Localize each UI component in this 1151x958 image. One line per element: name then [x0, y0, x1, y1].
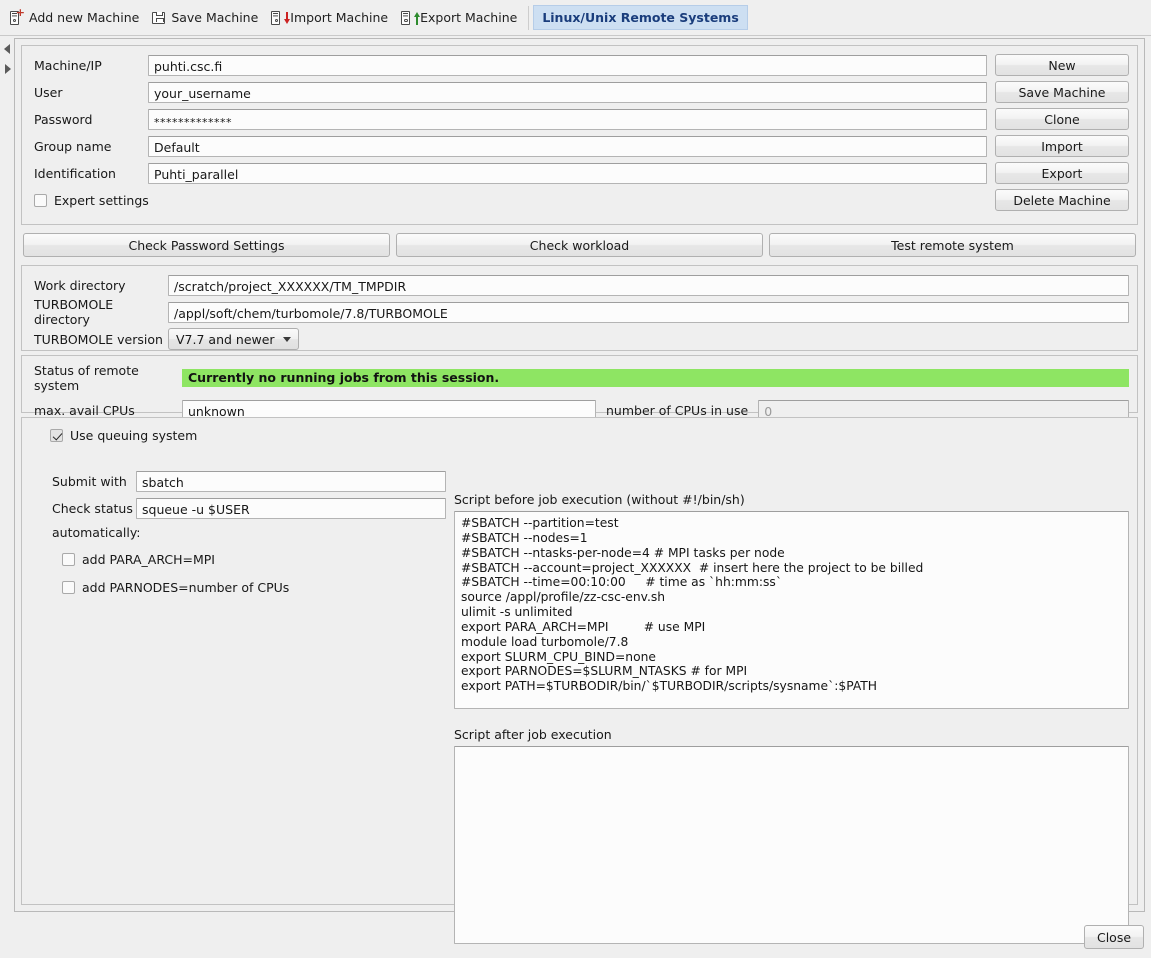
field-row-turbomole-directory: TURBOMOLE directory /appl/soft/chem/turb…: [22, 297, 1137, 327]
toolbar-add-new-machine-label: Add new Machine: [29, 10, 140, 25]
label-turbomole-directory: TURBOMOLE directory: [34, 297, 114, 327]
label-user: User: [34, 84, 63, 100]
status-group: Status of remote system Currently no run…: [21, 355, 1138, 421]
main-frame: Machine/IP puhti.csc.fi User your_userna…: [14, 38, 1145, 944]
queue-left-column: Submit with sbatch Check status squeue -…: [44, 470, 446, 595]
status-badge: Currently no running jobs from this sess…: [182, 369, 1129, 387]
input-group-name[interactable]: Default: [148, 135, 987, 157]
label-submit-with: Submit with: [52, 473, 127, 489]
label-turbomole-version: TURBOMOLE version: [34, 331, 163, 347]
toolbar-export-machine-label: Export Machine: [420, 10, 518, 25]
label-work-directory: Work directory: [34, 277, 126, 293]
check-workload-button[interactable]: Check workload: [396, 233, 763, 257]
parnodes-checkbox[interactable]: [62, 581, 75, 594]
field-row-turbomole-version: TURBOMOLE version V7.7 and newer: [22, 328, 1137, 350]
machine-add-icon: +: [10, 7, 25, 26]
field-row-submit-with: Submit with sbatch: [44, 470, 446, 492]
page-content: Machine/IP puhti.csc.fi User your_userna…: [14, 36, 1145, 958]
machine-settings-group: Machine/IP puhti.csc.fi User your_userna…: [21, 45, 1138, 225]
import-button[interactable]: Import: [995, 135, 1129, 157]
turbomole-version-select[interactable]: V7.7 and newer: [168, 328, 299, 350]
use-queuing-row[interactable]: Use queuing system: [22, 428, 1137, 443]
machine-action-buttons: New Save Machine Clone Import Export Del…: [995, 54, 1129, 216]
toolbar-separator: [528, 5, 530, 30]
label-max-avail-cpus: max. avail CPUs: [34, 403, 135, 418]
close-button[interactable]: Close: [1084, 925, 1144, 949]
expert-settings-row[interactable]: Expert settings: [22, 193, 987, 208]
delete-machine-button[interactable]: Delete Machine: [995, 189, 1129, 211]
label-script-after: Script after job execution: [454, 727, 612, 742]
input-machine-ip[interactable]: puhti.csc.fi: [148, 54, 987, 76]
save-machine-button[interactable]: Save Machine: [995, 81, 1129, 103]
input-identification[interactable]: Puhti_parallel: [148, 162, 987, 184]
toolbar-add-new-machine[interactable]: + Add new Machine: [6, 7, 148, 28]
option-row-parnodes[interactable]: add PARNODES=number of CPUs: [44, 580, 446, 595]
field-row-machine-ip: Machine/IP puhti.csc.fi: [22, 54, 987, 76]
label-password: Password: [34, 111, 93, 127]
input-work-directory[interactable]: /scratch/project_XXXXXX/TM_TMPDIR: [168, 274, 1129, 296]
parnodes-label: add PARNODES=number of CPUs: [82, 580, 290, 595]
expert-settings-label: Expert settings: [54, 193, 149, 208]
field-row-check-status: Check status squeue -u $USER: [44, 497, 446, 519]
check-password-settings-button[interactable]: Check Password Settings: [23, 233, 390, 257]
triangle-left-icon[interactable]: [4, 44, 10, 54]
para-arch-label: add PARA_ARCH=MPI: [82, 552, 215, 567]
directories-group: Work directory /scratch/project_XXXXXX/T…: [21, 265, 1138, 351]
test-remote-system-button[interactable]: Test remote system: [769, 233, 1136, 257]
input-turbomole-directory[interactable]: /appl/soft/chem/turbomole/7.8/TURBOMOLE: [168, 301, 1129, 323]
field-row-user: User your_username: [22, 81, 987, 103]
label-identification: Identification: [34, 165, 116, 181]
turbomole-version-value: V7.7 and newer: [176, 331, 275, 347]
new-button[interactable]: New: [995, 54, 1129, 76]
field-row-work-directory: Work directory /scratch/project_XXXXXX/T…: [22, 274, 1137, 296]
field-row-password: Password *************: [22, 108, 987, 130]
label-number-of-cpus-in-use: number of CPUs in use: [606, 403, 749, 418]
chevron-down-icon: [282, 336, 291, 342]
clone-button[interactable]: Clone: [995, 108, 1129, 130]
script-after-textarea[interactable]: [454, 746, 1129, 944]
input-user[interactable]: your_username: [148, 81, 987, 103]
toolbar-save-machine[interactable]: Save Machine: [148, 8, 267, 28]
triangle-right-icon[interactable]: [5, 64, 11, 74]
machine-export-icon: [401, 10, 421, 26]
expert-settings-checkbox[interactable]: [34, 194, 47, 207]
floppy-save-icon: [152, 10, 166, 26]
machine-import-icon: [271, 10, 291, 26]
label-machine-ip: Machine/IP: [34, 57, 102, 73]
toolbar-export-machine[interactable]: Export Machine: [397, 8, 526, 28]
export-button[interactable]: Export: [995, 162, 1129, 184]
label-status-of-remote-system: Status of remote system: [34, 363, 139, 393]
toolbar: + Add new Machine Save Machine Import Ma…: [0, 0, 1151, 36]
use-queuing-checkbox[interactable]: [50, 429, 63, 442]
input-check-status[interactable]: squeue -u $USER: [136, 497, 446, 519]
label-check-status: Check status: [52, 500, 133, 516]
toolbar-save-machine-label: Save Machine: [171, 10, 259, 25]
toolbar-import-machine-label: Import Machine: [290, 10, 389, 25]
field-row-identification: Identification Puhti_parallel: [22, 162, 987, 184]
script-before-textarea[interactable]: #SBATCH --partition=test #SBATCH --nodes…: [454, 511, 1129, 709]
input-password[interactable]: *************: [148, 108, 987, 130]
label-script-before: Script before job execution (without #!/…: [454, 492, 745, 507]
check-actions-row: Check Password Settings Check workload T…: [23, 233, 1136, 259]
side-nav: [2, 40, 14, 74]
label-group-name: Group name: [34, 138, 112, 154]
tab-linux-unix-remote-systems[interactable]: Linux/Unix Remote Systems: [533, 5, 748, 30]
use-queuing-label: Use queuing system: [70, 428, 198, 443]
status-row: Status of remote system Currently no run…: [22, 363, 1137, 393]
queue-right-column: Script before job execution (without #!/…: [454, 492, 1129, 944]
para-arch-checkbox[interactable]: [62, 553, 75, 566]
input-submit-with[interactable]: sbatch: [136, 470, 446, 492]
footer: Close: [1084, 925, 1144, 949]
field-row-group-name: Group name Default: [22, 135, 987, 157]
label-automatically: automatically:: [52, 525, 141, 540]
toolbar-import-machine[interactable]: Import Machine: [267, 8, 397, 28]
queuing-group: Use queuing system Submit with sbatch Ch…: [21, 417, 1138, 944]
option-row-para-arch[interactable]: add PARA_ARCH=MPI: [44, 552, 446, 567]
